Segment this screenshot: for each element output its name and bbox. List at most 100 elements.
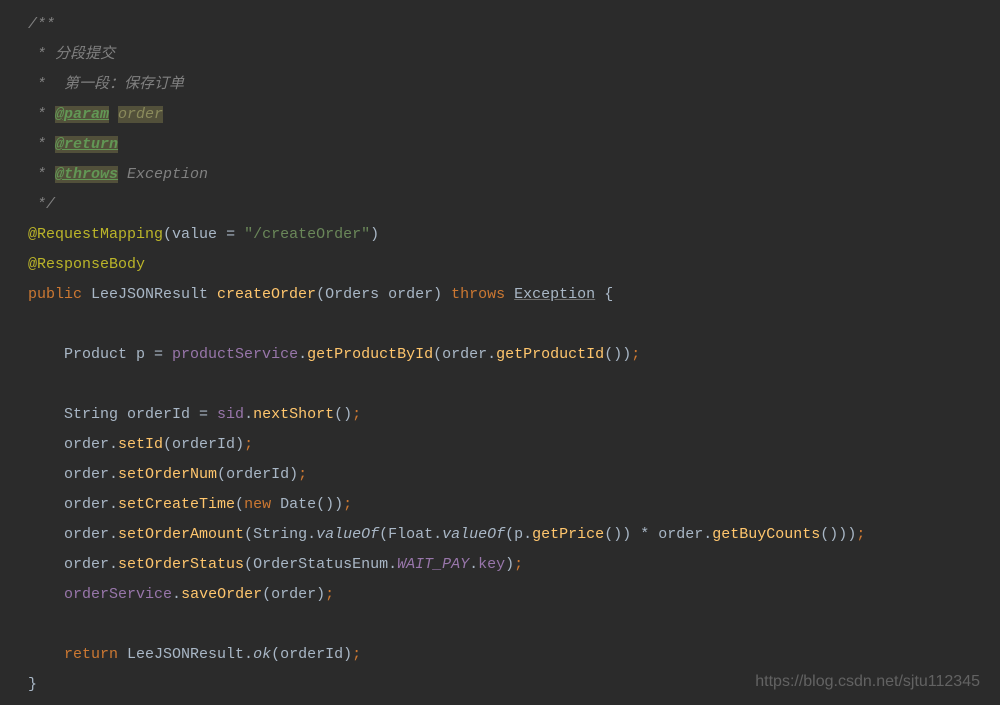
string-literal: "/createOrder" bbox=[244, 226, 370, 243]
enum-ref: OrderStatusEnum. bbox=[253, 556, 397, 573]
class-ref: Float. bbox=[388, 526, 442, 543]
method-call: setCreateTime bbox=[118, 496, 235, 513]
brace: } bbox=[28, 676, 37, 693]
statement: order.setOrderNum(orderId); bbox=[28, 460, 1000, 490]
semicolon: ; bbox=[244, 436, 253, 453]
keyword-return: return bbox=[64, 646, 127, 663]
paren: ( bbox=[379, 526, 388, 543]
obj-ref: order. bbox=[658, 526, 712, 543]
var-decl: Product p bbox=[28, 346, 154, 363]
param-name: order bbox=[388, 286, 433, 303]
paren: ) bbox=[838, 526, 847, 543]
statement: order.setOrderAmount(String.valueOf(Floa… bbox=[28, 520, 1000, 550]
paren: ) bbox=[622, 526, 631, 543]
blank-line bbox=[28, 610, 1000, 640]
operator: * bbox=[631, 526, 658, 543]
semicolon: ; bbox=[325, 586, 334, 603]
statement: order.setId(orderId); bbox=[28, 430, 1000, 460]
semicolon: ; bbox=[343, 496, 352, 513]
paren: ( bbox=[505, 526, 514, 543]
doc-throws-tag: @throws bbox=[55, 166, 118, 183]
attr-name: value bbox=[172, 226, 226, 243]
semicolon: ; bbox=[352, 406, 361, 423]
paren: ( bbox=[163, 436, 172, 453]
doc-line: * 分段提交 bbox=[28, 40, 1000, 70]
dot: . bbox=[298, 346, 307, 363]
doc-end: */ bbox=[28, 196, 55, 213]
response-body-annotation: @ResponseBody bbox=[28, 256, 145, 273]
method-call: getProductById bbox=[307, 346, 433, 363]
obj-ref: order. bbox=[28, 556, 118, 573]
method-call: setOrderAmount bbox=[118, 526, 244, 543]
brace: { bbox=[595, 286, 613, 303]
obj-ref: order. bbox=[28, 526, 118, 543]
param-type: Orders bbox=[325, 286, 388, 303]
doc-param-name: order bbox=[118, 106, 163, 123]
field-ref: orderService bbox=[64, 586, 172, 603]
paren: ) bbox=[847, 526, 856, 543]
code-editor[interactable]: /** * 分段提交 * 第一段：保存订单 * @param order * @… bbox=[28, 10, 1000, 700]
dot: . bbox=[244, 406, 253, 423]
equals: = bbox=[154, 346, 172, 363]
doc-line: */ bbox=[28, 190, 1000, 220]
return-statement: return LeeJSONResult.ok(orderId); bbox=[28, 640, 1000, 670]
paren: ( bbox=[262, 586, 271, 603]
doc-return-tag: @return bbox=[55, 136, 118, 153]
paren: ) bbox=[289, 466, 298, 483]
statement: order.setCreateTime(new Date()); bbox=[28, 490, 1000, 520]
paren: ) bbox=[622, 346, 631, 363]
equals: = bbox=[226, 226, 244, 243]
paren: () bbox=[820, 526, 838, 543]
paren: ( bbox=[235, 496, 244, 513]
semicolon: ; bbox=[514, 556, 523, 573]
paren: ( bbox=[316, 286, 325, 303]
statement: Product p = productService.getProductByI… bbox=[28, 340, 1000, 370]
field-ref: key bbox=[478, 556, 505, 573]
paren: ( bbox=[244, 556, 253, 573]
indent bbox=[28, 646, 64, 663]
paren: ) bbox=[370, 226, 379, 243]
semicolon: ; bbox=[352, 646, 361, 663]
obj-ref: order. bbox=[442, 346, 496, 363]
statement: String orderId = sid.nextShort(); bbox=[28, 400, 1000, 430]
request-mapping-annotation: @RequestMapping bbox=[28, 226, 163, 243]
doc-text: * 分段提交 bbox=[28, 46, 115, 63]
static-method-call: valueOf bbox=[316, 526, 379, 543]
arg: orderId bbox=[172, 436, 235, 453]
paren: ) bbox=[235, 436, 244, 453]
equals: = bbox=[199, 406, 217, 423]
doc-line: * @return bbox=[28, 130, 1000, 160]
indent bbox=[28, 586, 64, 603]
keyword-new: new bbox=[244, 496, 280, 513]
statement: orderService.saveOrder(order); bbox=[28, 580, 1000, 610]
paren: () bbox=[334, 406, 352, 423]
method-call: getBuyCounts bbox=[712, 526, 820, 543]
paren: ) bbox=[343, 646, 352, 663]
arg: orderId bbox=[226, 466, 289, 483]
doc-text bbox=[109, 106, 118, 123]
doc-start: /** bbox=[28, 16, 55, 33]
method-call: setId bbox=[118, 436, 163, 453]
paren: ( bbox=[163, 226, 172, 243]
keyword-throws: throws bbox=[451, 286, 514, 303]
dot: . bbox=[172, 586, 181, 603]
dot: . bbox=[469, 556, 478, 573]
doc-line: * @throws Exception bbox=[28, 160, 1000, 190]
paren: ) bbox=[334, 496, 343, 513]
arg: orderId bbox=[280, 646, 343, 663]
paren: () bbox=[604, 346, 622, 363]
paren: ( bbox=[271, 646, 280, 663]
var-decl: String orderId bbox=[28, 406, 199, 423]
enum-value: WAIT_PAY bbox=[397, 556, 469, 573]
space bbox=[442, 286, 451, 303]
semicolon: ; bbox=[856, 526, 865, 543]
paren: ( bbox=[244, 526, 253, 543]
paren: ( bbox=[217, 466, 226, 483]
method-call: saveOrder bbox=[181, 586, 262, 603]
exception-type: Exception bbox=[514, 286, 595, 303]
semicolon: ; bbox=[631, 346, 640, 363]
method-name: createOrder bbox=[217, 286, 316, 303]
paren: () bbox=[604, 526, 622, 543]
obj-ref: order. bbox=[28, 466, 118, 483]
return-type: LeeJSONResult bbox=[91, 286, 217, 303]
